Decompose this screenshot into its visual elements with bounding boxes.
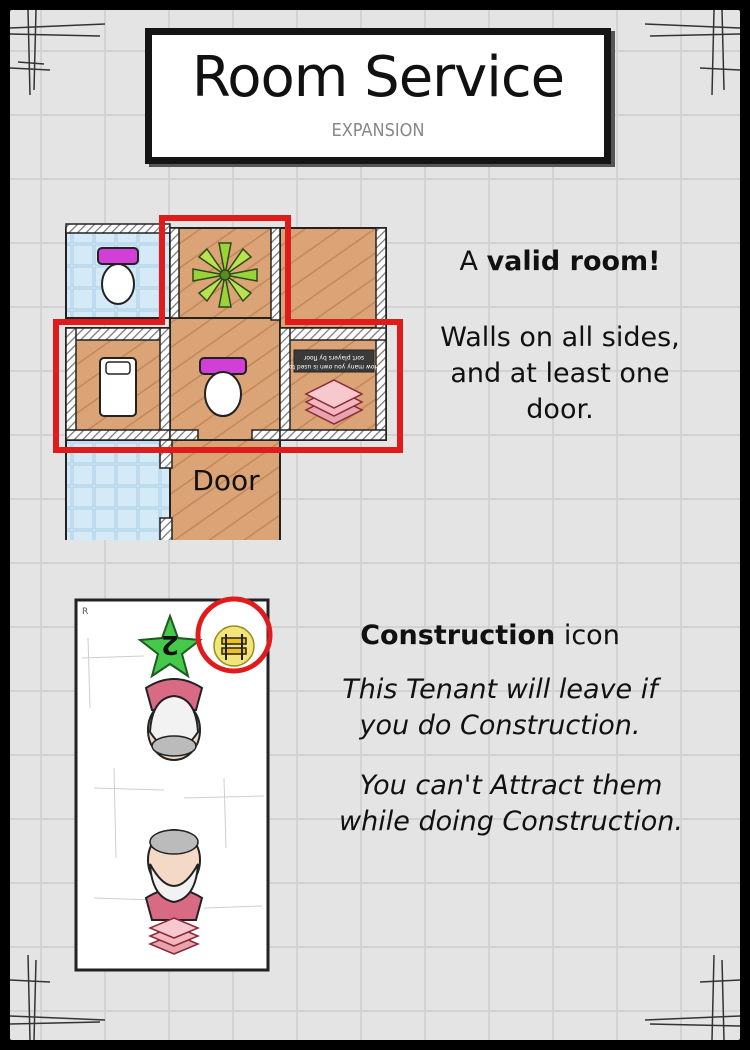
valid-room-heading: A valid room! <box>410 246 710 277</box>
valid-room-rules: Walls on all sides, and at least one doo… <box>410 320 710 428</box>
rule-line-3: door. <box>526 394 594 425</box>
construction-heading: Construction icon <box>300 620 680 651</box>
corner-scribble-bottom-right <box>644 954 740 1040</box>
subtitle-text: EXPANSION <box>331 120 425 141</box>
title-text: Room Service <box>191 45 565 110</box>
toilet-icon <box>97 247 139 305</box>
attract-line-1: You can't Attract them <box>359 770 663 801</box>
construction-leave-text: This Tenant will leave if you do Constru… <box>290 672 710 744</box>
plant-icon <box>192 242 258 308</box>
card-background: Room Service EXPANSION How many you own … <box>10 10 740 1040</box>
construction-title-rest: icon <box>563 620 620 651</box>
room-diagram: How many you own is used to sort players… <box>53 215 403 540</box>
card-corner-letter: R <box>82 607 88 617</box>
construction-highlight-circle <box>195 596 273 674</box>
floor-tile-card: How many you own is used to sort players… <box>289 349 379 373</box>
leave-line-2: you do Construction. <box>359 710 641 741</box>
title-box: Room Service EXPANSION <box>145 28 611 164</box>
valid-room-highlight: valid room! <box>486 246 661 277</box>
rule-line-1: Walls on all sides, <box>440 322 680 353</box>
construction-title-bold: Construction <box>360 620 556 651</box>
bed-icon <box>99 357 137 417</box>
corner-scribble-top-left <box>10 10 106 96</box>
star-value: 2 <box>161 629 179 659</box>
door-label: Door <box>192 464 260 497</box>
valid-room-prefix: A <box>459 246 478 277</box>
tenant-figure-upside-down <box>144 678 204 761</box>
rule-line-2: and at least one <box>450 358 670 389</box>
leave-line-1: This Tenant will leave if <box>342 674 658 705</box>
corner-scribble-top-right <box>644 10 740 96</box>
tile-text-line1: How many you own is used to <box>289 363 379 370</box>
attract-line-2: while doing Construction. <box>339 806 683 837</box>
construction-attract-text: You can't Attract them while doing Const… <box>296 768 726 840</box>
tile-text-line2: sort players by floor <box>303 354 364 361</box>
